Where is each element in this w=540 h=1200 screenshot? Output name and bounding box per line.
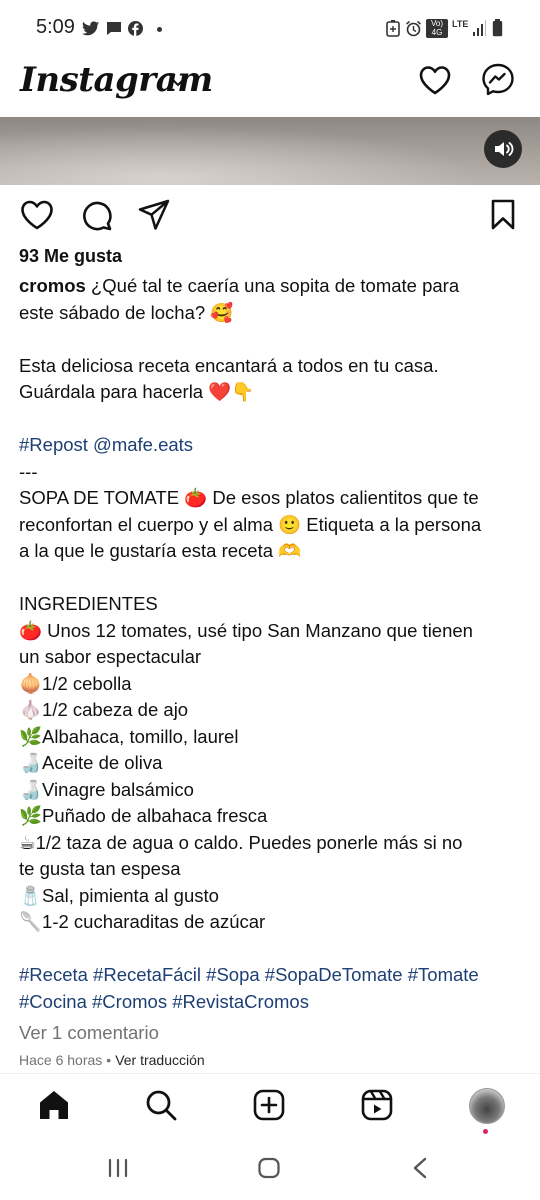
caption-line: a la que le gustaría esta receta 🫶 [19, 540, 302, 561]
translate-link[interactable]: Ver traducción [115, 1052, 205, 1068]
hashtags-line[interactable]: #Cocina #Cromos #RevistaCromos [19, 989, 524, 1016]
hashtags-line[interactable]: #Receta #RecetaFácil #Sopa #SopaDeTomate… [19, 962, 524, 989]
post-meta: Hace 6 horas • Ver traducción [19, 1052, 205, 1068]
ingredient-item: 🧂Sal, pimienta al gusto [19, 884, 219, 906]
alarm-icon [406, 20, 421, 37]
caption-line: este sábado de locha? 🥰 [19, 301, 234, 323]
caption-line: reconfortan el cuerpo y el alma 🙂 Etique… [19, 513, 482, 535]
home-button-icon[interactable] [257, 1157, 281, 1179]
caption-line: Guárdala para hacerla ❤️👇 [19, 381, 255, 402]
ingredients-heading: INGREDIENTES [19, 593, 158, 614]
create-icon[interactable] [252, 1088, 286, 1122]
ingredient-item: 🥄1-2 cucharaditas de azúcar [19, 911, 266, 932]
caption-line: cromos ¿Qué tal te caería una sopita de … [19, 275, 460, 296]
volume-icon [495, 142, 514, 156]
back-icon[interactable] [410, 1157, 430, 1179]
ingredient-item: un sabor espectacular [19, 646, 202, 667]
ingredient-item: te gusta tan espesa [19, 858, 181, 879]
chat-notification-icon [107, 22, 121, 35]
share-icon[interactable] [137, 198, 171, 232]
battery-icon [492, 19, 503, 37]
more-notifications-dot [157, 27, 162, 32]
username[interactable]: cromos [19, 275, 86, 296]
ingredient-item: 🍶Aceite de oliva [19, 752, 163, 773]
facebook-icon [128, 21, 143, 36]
ingredient-item: ☕1/2 taza de agua o caldo. Puedes ponerl… [19, 831, 463, 853]
view-comments-link[interactable]: Ver 1 comentario [19, 1020, 524, 1047]
twitter-icon [82, 21, 99, 36]
media-gradient [0, 117, 540, 185]
repost-mention-link[interactable]: #Repost @mafe.eats [19, 432, 524, 459]
post-time: Hace 6 horas [19, 1052, 103, 1068]
ingredient-item: 🍅 Unos 12 tomates, usé tipo San Manzano … [19, 619, 473, 641]
status-bar: 5:09 Vo) 4G LTE [0, 0, 540, 58]
volte-indicator: Vo) 4G [426, 19, 448, 38]
ingredient-item: 🍶Vinagre balsámico [19, 778, 194, 800]
caption-line: SOPA DE TOMATE 🍅 De esos platos calienti… [19, 487, 479, 508]
post-media[interactable] [0, 117, 540, 185]
comment-icon[interactable] [79, 198, 113, 232]
likes-count[interactable]: 93 Me gusta [19, 246, 122, 267]
network-type-indicator: LTE [452, 19, 469, 29]
battery-saver-icon [386, 20, 400, 37]
caption-line: Esta deliciosa receta encantará a todos … [19, 354, 439, 376]
status-time: 5:09 [36, 16, 75, 38]
volume-button[interactable] [484, 130, 522, 168]
home-icon[interactable] [37, 1088, 71, 1122]
ingredient-item: 🧅1/2 cebolla [19, 672, 132, 694]
reels-icon[interactable] [360, 1088, 394, 1122]
ingredient-item: 🌿Puñado de albahaca fresca [19, 805, 268, 826]
notification-dot [483, 1129, 488, 1134]
caption-line: --- [19, 460, 38, 482]
heart-icon[interactable] [418, 64, 452, 96]
like-icon[interactable] [19, 198, 55, 232]
search-icon[interactable] [144, 1088, 178, 1122]
messenger-icon[interactable] [480, 62, 516, 98]
chevron-down-icon[interactable] [170, 76, 186, 88]
separator-dot: • [106, 1052, 112, 1068]
recent-apps-icon[interactable] [107, 1158, 131, 1178]
signal-icon [473, 20, 486, 36]
ingredient-item: 🧄1/2 cabeza de ajo [19, 699, 189, 720]
save-icon[interactable] [489, 198, 517, 232]
ingredient-item: 🌿Albahaca, tomillo, laurel [19, 725, 239, 747]
profile-avatar[interactable] [469, 1088, 505, 1124]
